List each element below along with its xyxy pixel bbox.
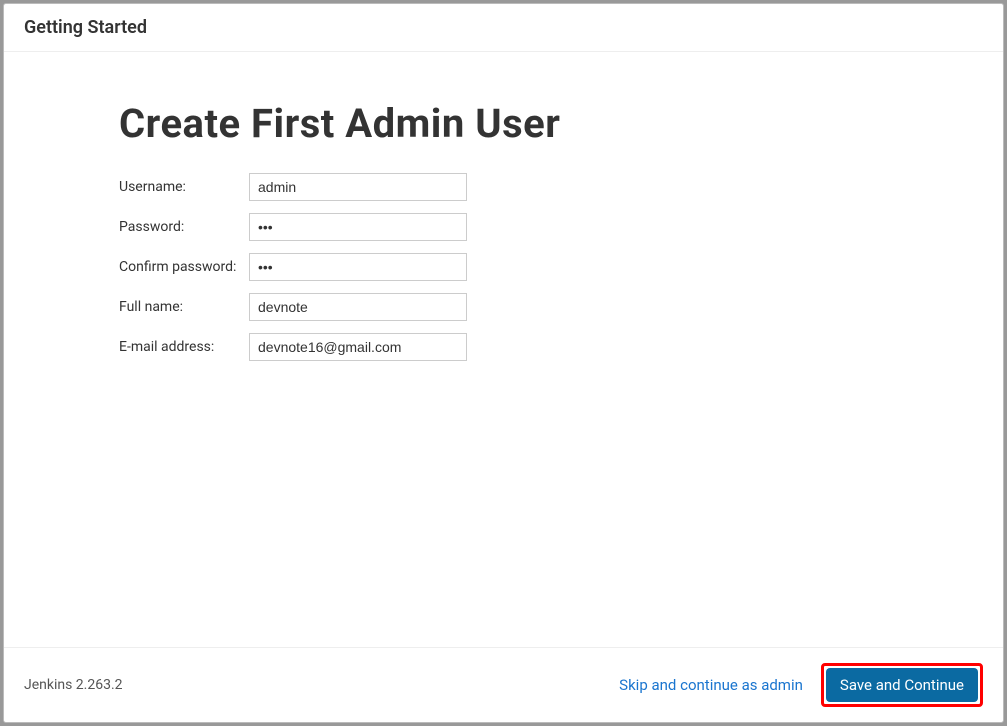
email-label: E-mail address: [119,327,249,367]
password-label: Password: [119,207,249,247]
confirm-password-input[interactable] [249,253,467,281]
password-input[interactable] [249,213,467,241]
username-input[interactable] [249,173,467,201]
email-row: E-mail address: [119,327,467,367]
confirm-password-label: Confirm password: [119,247,249,287]
save-and-continue-button[interactable]: Save and Continue [826,668,978,702]
version-label: Jenkins 2.263.2 [24,677,123,693]
fullname-input[interactable] [249,293,467,321]
confirm-password-row: Confirm password: [119,247,467,287]
setup-wizard-window: Getting Started Create First Admin User … [3,3,1004,723]
wizard-header-title: Getting Started [24,17,983,38]
fullname-label: Full name: [119,287,249,327]
wizard-header: Getting Started [4,4,1003,52]
footer-actions: Skip and continue as admin Save and Cont… [613,663,983,707]
save-button-highlight: Save and Continue [821,663,983,707]
username-row: Username: [119,167,467,207]
password-row: Password: [119,207,467,247]
admin-user-form: Username: Password: Confirm password: Fu… [119,167,467,367]
wizard-footer: Jenkins 2.263.2 Skip and continue as adm… [4,647,1003,722]
skip-button[interactable]: Skip and continue as admin [613,668,809,702]
fullname-row: Full name: [119,287,467,327]
email-input[interactable] [249,333,467,361]
wizard-main: Create First Admin User Username: Passwo… [4,52,1003,647]
username-label: Username: [119,167,249,207]
page-title: Create First Admin User [119,100,888,147]
